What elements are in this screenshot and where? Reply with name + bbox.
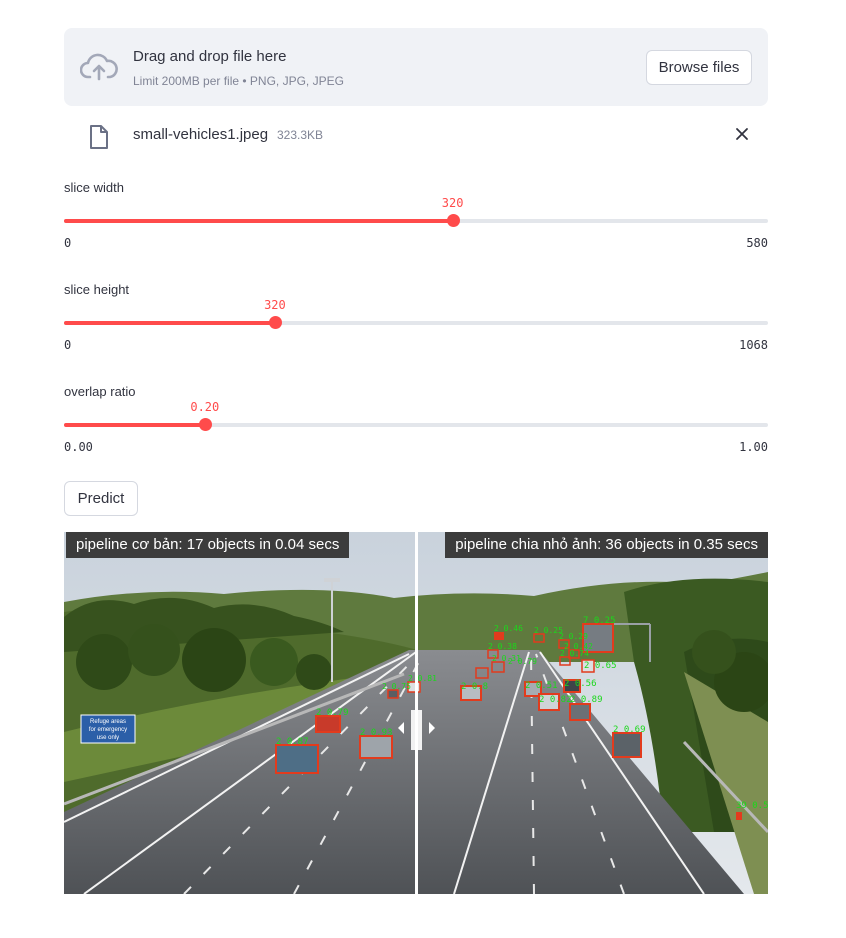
detection-label: 2 0.89: [570, 695, 603, 705]
slider-min: 0.00: [64, 440, 93, 454]
slider-thumb[interactable]: [268, 316, 282, 329]
slider-thumb[interactable]: [446, 214, 460, 227]
slider-min: 0: [64, 236, 72, 250]
overlap-ratio-slider[interactable]: overlap ratio 0.20 0.00 1.00: [64, 384, 768, 474]
file-size: 323.3KB: [277, 128, 324, 142]
right-caption: pipeline chia nhỏ ảnh: 36 objects in 0.3…: [445, 532, 768, 558]
file-dropzone[interactable]: Drag and drop file here Limit 200MB per …: [64, 28, 768, 106]
detection-label: 2 0.82: [539, 695, 572, 705]
detection-label: 2 0.81: [408, 674, 437, 683]
slider-min: 0: [64, 338, 72, 352]
sign-text-line-2: for emergency: [89, 727, 127, 733]
dropzone-title: Drag and drop file here: [133, 48, 287, 65]
detection-label: 2 0.75: [382, 682, 411, 691]
detection-label: 2 0.51: [525, 681, 558, 691]
detection-label: 2 0.56: [564, 679, 597, 689]
slider-label: overlap ratio: [64, 384, 136, 399]
detection-label: 2 0.65: [584, 661, 617, 671]
close-icon[interactable]: [732, 124, 752, 144]
uploaded-file-row: small-vehicles1.jpeg 323.3KB: [64, 116, 768, 154]
slider-label: slice width: [64, 180, 124, 195]
detection-label: 2 0.93: [360, 728, 393, 738]
predict-button[interactable]: Predict: [64, 481, 138, 516]
sign-text-line-3: use only: [97, 735, 119, 741]
sign-text-line-1: Refuge areas: [90, 719, 126, 725]
detection-result-image: Refuge areas for emergency use only 2 0.…: [64, 532, 768, 894]
slider-fill: [64, 321, 275, 325]
detection-label: 2 0.74: [560, 649, 589, 658]
slider-thumb[interactable]: [198, 418, 212, 431]
slider-track[interactable]: 0.20: [64, 400, 768, 431]
detection-label: 2 0.69: [613, 725, 646, 735]
cloud-upload-icon: [80, 53, 118, 81]
detection-label: 2 0.8: [461, 682, 488, 692]
file-icon: [90, 125, 108, 149]
slider-max: 1.00: [739, 440, 768, 454]
detection-label: 2 0.79: [508, 657, 537, 666]
slice-height-slider[interactable]: slice height 320 0 1068: [64, 282, 768, 372]
detection-label: 2 0.87: [276, 737, 309, 747]
detection-label: 2 0.29: [559, 632, 588, 641]
slider-track[interactable]: 320: [64, 196, 768, 227]
detection-label: 2 0.79: [316, 708, 349, 718]
slider-label: slice height: [64, 282, 130, 297]
slider-fill: [64, 423, 205, 427]
slider-value: 320: [441, 196, 464, 210]
slice-width-slider[interactable]: slice width 320 0 580: [64, 180, 768, 270]
dropzone-limit-text: Limit 200MB per file • PNG, JPG, JPEG: [133, 74, 344, 88]
detection-label: 2 0.46: [494, 624, 523, 633]
detection-label: 7 0.25: [583, 616, 616, 626]
slider-track[interactable]: 320: [64, 298, 768, 329]
detection-label: 2 0.38: [488, 642, 517, 651]
browse-files-button[interactable]: Browse files: [646, 50, 752, 85]
slider-value: 0.20: [190, 400, 220, 414]
image-comparison[interactable]: Refuge areas for emergency use only 2 0.…: [64, 532, 768, 894]
detection-label: 39 0.5: [736, 801, 768, 811]
slider-max: 580: [746, 236, 768, 250]
slider-fill: [64, 219, 453, 223]
left-caption: pipeline cơ bản: 17 objects in 0.04 secs: [66, 532, 350, 558]
slider-value: 320: [264, 298, 286, 312]
file-name: small-vehicles1.jpeg: [133, 126, 269, 143]
slider-max: 1068: [739, 338, 768, 352]
